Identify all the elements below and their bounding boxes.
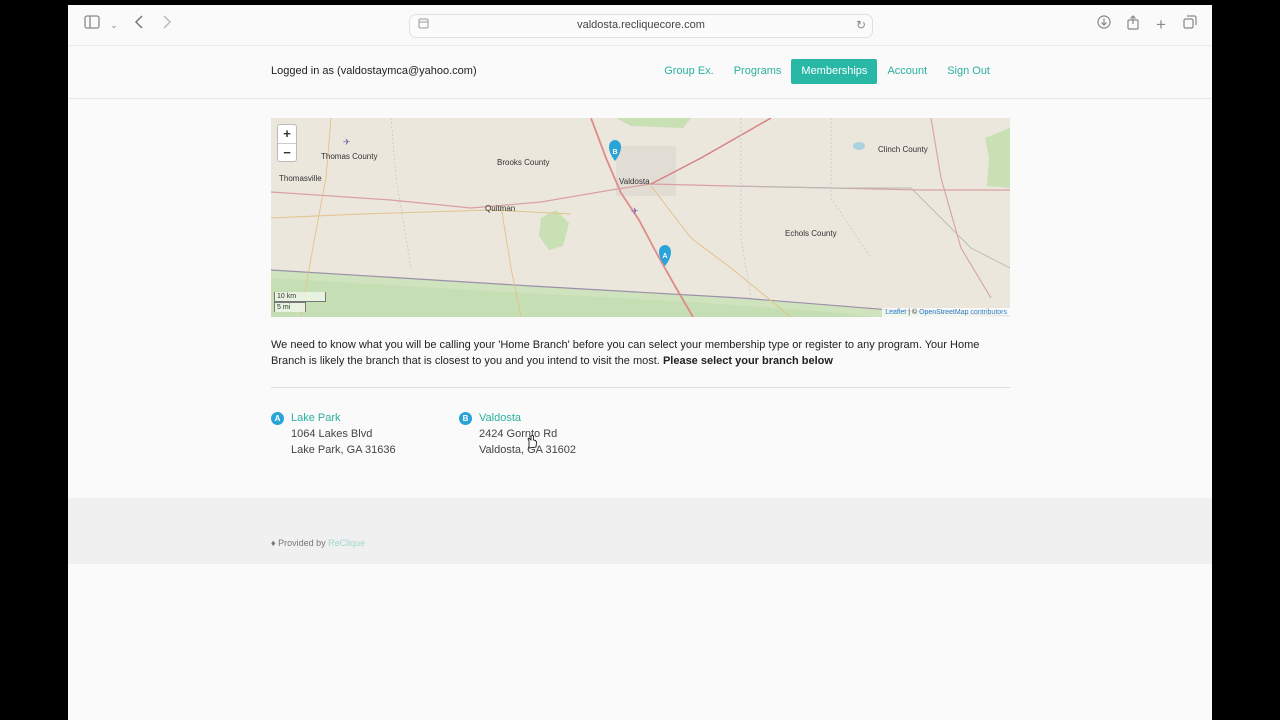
svg-text:A: A <box>662 253 667 260</box>
map-label-valdosta: Valdosta <box>619 177 650 186</box>
nav-group-ex[interactable]: Group Ex. <box>654 59 724 84</box>
page-content: Logged in as (valdostaymca@yahoo.com) Gr… <box>68 46 1212 720</box>
branch-marker-icon: B <box>459 412 472 425</box>
reclique-logo-icon: ♦ <box>271 538 276 548</box>
browser-toolbar: ⌄ valdosta.recliquecore.com ↻ + <box>68 5 1212 46</box>
logged-in-text: Logged in as (valdostaymca@yahoo.com) <box>271 65 477 77</box>
share-icon[interactable] <box>1123 15 1143 35</box>
select-branch-prompt: Please select your branch below <box>662 355 833 367</box>
leaflet-link[interactable]: Leaflet <box>885 309 906 316</box>
site-header: Logged in as (valdostaymca@yahoo.com) Gr… <box>68 46 1212 99</box>
map-label-brooks: Brooks County <box>497 158 549 167</box>
tabs-overview-icon[interactable] <box>1180 15 1200 35</box>
nav-memberships[interactable]: Memberships <box>791 59 878 84</box>
svg-text:✈: ✈ <box>631 206 639 216</box>
nav-programs[interactable]: Programs <box>724 59 792 84</box>
map-label-thomas: Thomas County <box>321 152 377 161</box>
pointer-cursor-icon <box>526 435 538 449</box>
branch-name-link[interactable]: Valdosta <box>479 410 576 426</box>
map-label-echols: Echols County <box>785 229 837 238</box>
zoom-out-button[interactable]: − <box>278 144 296 162</box>
provided-by: ♦ Provided by ReClique <box>271 538 366 548</box>
site-footer: ♦ Provided by ReClique <box>68 498 1212 564</box>
svg-text:✈: ✈ <box>343 137 351 147</box>
zoom-in-button[interactable]: + <box>278 125 296 144</box>
address-bar[interactable]: valdosta.recliquecore.com ↻ <box>409 14 873 38</box>
map-attribution: Leaflet | © OpenStreetMap contributors <box>882 308 1010 317</box>
reclique-link[interactable]: ReClique <box>328 538 365 548</box>
map-label-clinch: Clinch County <box>878 145 928 154</box>
back-icon[interactable] <box>129 15 149 35</box>
home-branch-message: We need to know what you will be calling… <box>271 339 980 367</box>
nav-account[interactable]: Account <box>877 59 937 84</box>
osm-link[interactable]: OpenStreetMap contributors <box>919 309 1007 316</box>
map-scale: 10 km 5 mi <box>274 292 326 312</box>
forward-icon[interactable] <box>157 15 177 35</box>
chevron-down-icon[interactable]: ⌄ <box>104 15 124 35</box>
svg-text:B: B <box>612 149 617 156</box>
branch-map[interactable]: Valdosta Thomasville Quitman Brooks Coun… <box>271 118 1010 317</box>
browser-window: ⌄ valdosta.recliquecore.com ↻ + Logged i… <box>68 5 1212 720</box>
url-text: valdosta.recliquecore.com <box>577 19 705 31</box>
nav-sign-out[interactable]: Sign Out <box>937 59 1000 84</box>
map-zoom-control: + − <box>277 124 297 162</box>
branch-city: Lake Park, GA 31636 <box>291 444 396 456</box>
reload-icon[interactable]: ↻ <box>854 18 868 32</box>
new-tab-icon[interactable]: + <box>1151 15 1171 35</box>
branch-name-link[interactable]: Lake Park <box>291 410 396 426</box>
divider <box>271 387 1010 388</box>
branch-marker-icon: A <box>271 412 284 425</box>
download-icon[interactable] <box>1094 15 1114 35</box>
branch-street: 1064 Lakes Blvd <box>291 428 373 440</box>
main-nav: Group Ex. Programs Memberships Account S… <box>654 59 1000 84</box>
map-tiles: Valdosta Thomasville Quitman Brooks Coun… <box>271 118 1010 317</box>
map-label-quitman: Quitman <box>485 204 515 213</box>
sidebar-toggle-icon[interactable] <box>82 15 102 35</box>
map-label-thomasville: Thomasville <box>279 174 322 183</box>
